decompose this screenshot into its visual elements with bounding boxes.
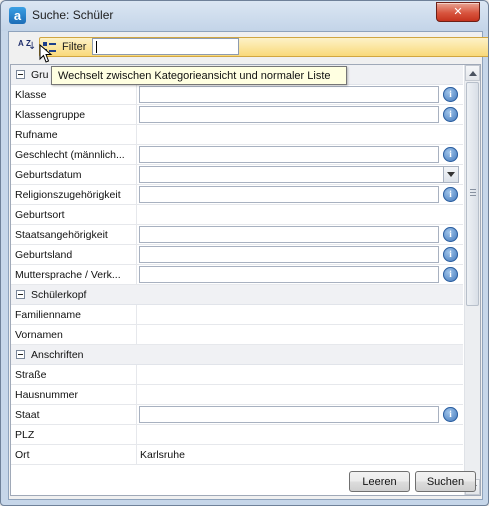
table-row: Geburtsland i bbox=[11, 245, 463, 265]
table-row: Geburtsdatum bbox=[11, 165, 463, 185]
info-icon[interactable]: i bbox=[443, 107, 458, 122]
property-name: Straße bbox=[11, 365, 137, 385]
table-row: Muttersprache / Verk... i bbox=[11, 265, 463, 285]
table-row: Religionszugehörigkeit i bbox=[11, 185, 463, 205]
toolbar: A Z ↓ Filter bbox=[9, 32, 488, 62]
property-name: Klassengruppe bbox=[11, 105, 137, 125]
property-name: Geburtsort bbox=[11, 205, 137, 225]
table-row: Familienname bbox=[11, 305, 463, 325]
strasse-value[interactable] bbox=[137, 365, 463, 385]
info-icon[interactable]: i bbox=[443, 87, 458, 102]
sort-alphabetical-button[interactable]: A Z ↓ bbox=[15, 37, 37, 59]
religion-field[interactable] bbox=[139, 186, 439, 203]
table-row: Straße bbox=[11, 365, 463, 385]
ort-text: Karlsruhe bbox=[140, 449, 185, 461]
info-icon[interactable]: i bbox=[443, 247, 458, 262]
info-icon[interactable]: i bbox=[443, 407, 458, 422]
table-row: Staat i bbox=[11, 405, 463, 425]
close-button[interactable]: ✕ bbox=[436, 2, 480, 22]
property-grid: Gru Klasse i Klassengruppe i Rufname Ges… bbox=[10, 64, 481, 496]
table-row: PLZ bbox=[11, 425, 463, 445]
mouse-pointer-icon bbox=[39, 44, 53, 63]
property-name: PLZ bbox=[11, 425, 137, 445]
staat-field[interactable] bbox=[139, 406, 439, 423]
property-name: Ort bbox=[11, 445, 137, 465]
info-icon[interactable]: i bbox=[443, 187, 458, 202]
arrow-down-icon: ↓ bbox=[28, 41, 37, 52]
chevron-down-icon[interactable] bbox=[443, 167, 458, 182]
table-row: Geschlecht (männlich... i bbox=[11, 145, 463, 165]
window-title: Suche: Schüler bbox=[32, 8, 114, 22]
search-dialog: a Suche: Schüler ✕ A Z ↓ Filter Gru Klas… bbox=[0, 0, 489, 506]
property-name: Staatsangehörigkeit bbox=[11, 225, 137, 245]
table-row: Vornamen bbox=[11, 325, 463, 345]
dialog-client: A Z ↓ Filter Gru Klasse i Klassengruppe … bbox=[8, 31, 488, 500]
property-name: Hausnummer bbox=[11, 385, 137, 405]
hausnummer-value[interactable] bbox=[137, 385, 463, 405]
table-row: Klasse i bbox=[11, 85, 463, 105]
info-icon[interactable]: i bbox=[443, 147, 458, 162]
collapse-icon[interactable] bbox=[16, 290, 25, 299]
category-anschriften[interactable]: Anschriften bbox=[11, 345, 463, 365]
vornamen-value[interactable] bbox=[137, 325, 463, 345]
familienname-value[interactable] bbox=[137, 305, 463, 325]
property-name: Geburtsland bbox=[11, 245, 137, 265]
klasse-field[interactable] bbox=[139, 86, 439, 103]
rufname-value[interactable] bbox=[137, 125, 463, 145]
property-name: Rufname bbox=[11, 125, 137, 145]
property-name: Staat bbox=[11, 405, 137, 425]
filter-label: Filter bbox=[62, 41, 87, 53]
property-name: Vornamen bbox=[11, 325, 137, 345]
app-icon: a bbox=[9, 7, 26, 24]
collapse-icon[interactable] bbox=[16, 350, 25, 359]
info-icon[interactable]: i bbox=[443, 227, 458, 242]
property-name: Geburtsdatum bbox=[11, 165, 137, 185]
scroll-up-icon[interactable] bbox=[465, 65, 480, 81]
table-row: Hausnummer bbox=[11, 385, 463, 405]
ort-value[interactable]: Karlsruhe bbox=[137, 445, 463, 465]
category-label: Gru bbox=[31, 69, 49, 81]
tooltip: Wechselt zwischen Kategorieansicht und n… bbox=[51, 66, 347, 85]
table-row: Staatsangehörigkeit i bbox=[11, 225, 463, 245]
staatsangehoerigkeit-field[interactable] bbox=[139, 226, 439, 243]
table-row: Ort Karlsruhe bbox=[11, 445, 463, 465]
property-name: Religionszugehörigkeit bbox=[11, 185, 137, 205]
property-name: Familienname bbox=[11, 305, 137, 325]
geschlecht-field[interactable] bbox=[139, 146, 439, 163]
geburtsdatum-dropdown[interactable] bbox=[139, 166, 459, 183]
clear-button[interactable]: Leeren bbox=[349, 471, 410, 492]
property-name: Geschlecht (männlich... bbox=[11, 145, 137, 165]
category-schuelerkopf[interactable]: Schülerkopf bbox=[11, 285, 463, 305]
property-name: Klasse bbox=[11, 85, 137, 105]
geburtsland-field[interactable] bbox=[139, 246, 439, 263]
table-row: Rufname bbox=[11, 125, 463, 145]
title-bar[interactable]: a Suche: Schüler ✕ bbox=[1, 1, 488, 31]
vertical-scrollbar[interactable] bbox=[464, 65, 480, 495]
table-row: Klassengruppe i bbox=[11, 105, 463, 125]
search-button[interactable]: Suchen bbox=[415, 471, 476, 492]
grip-icon bbox=[470, 189, 476, 197]
category-label: Schülerkopf bbox=[31, 289, 87, 301]
filter-input[interactable] bbox=[92, 38, 239, 55]
plz-value[interactable] bbox=[137, 425, 463, 445]
muttersprache-field[interactable] bbox=[139, 266, 439, 283]
geburtsort-value[interactable] bbox=[137, 205, 463, 225]
property-name: Muttersprache / Verk... bbox=[11, 265, 137, 285]
table-row: Geburtsort bbox=[11, 205, 463, 225]
collapse-icon[interactable] bbox=[16, 70, 25, 79]
category-label: Anschriften bbox=[31, 349, 84, 361]
klassengruppe-field[interactable] bbox=[139, 106, 439, 123]
scroll-thumb[interactable] bbox=[466, 82, 479, 306]
info-icon[interactable]: i bbox=[443, 267, 458, 282]
